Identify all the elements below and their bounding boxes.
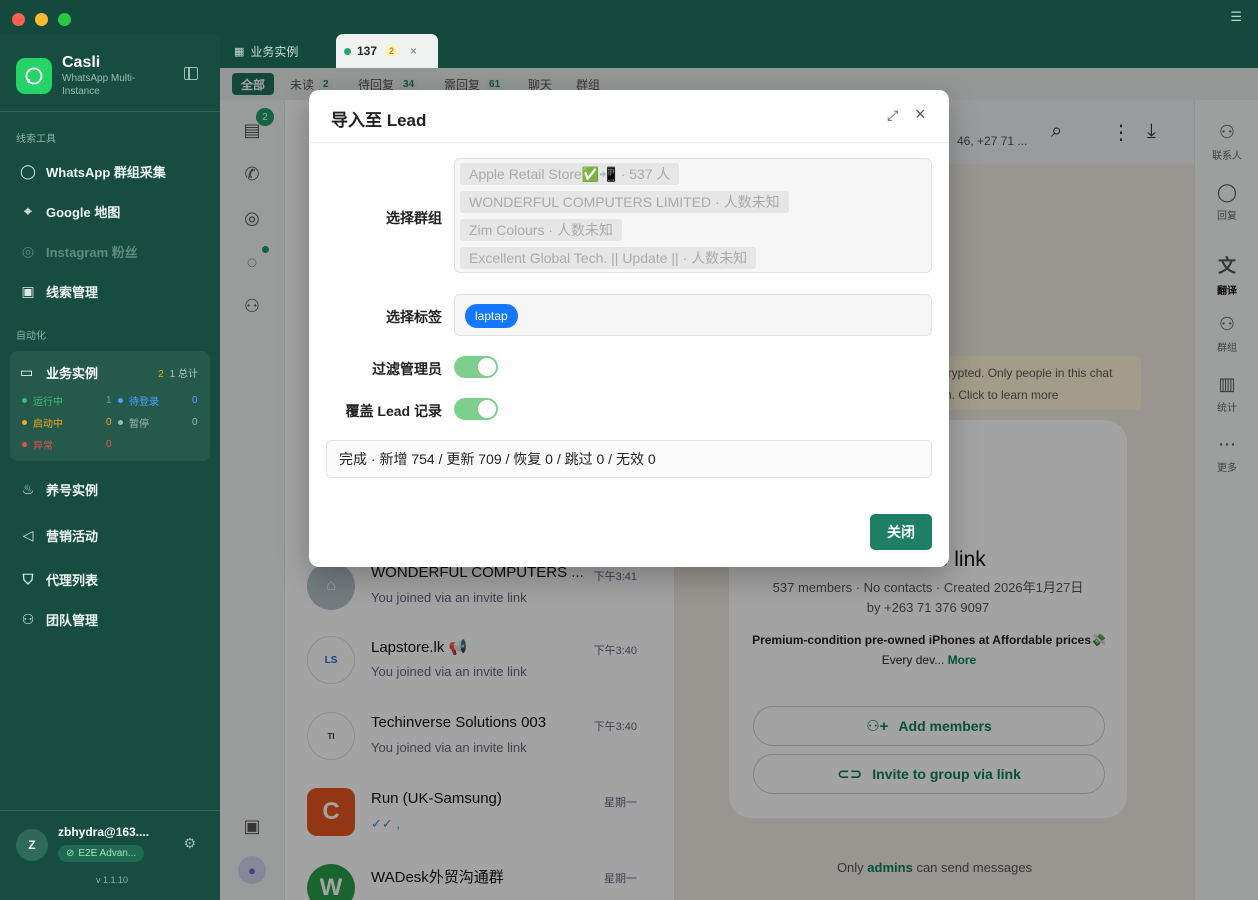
stat-paused: 暂停 0	[118, 415, 198, 430]
user-email: zbhydra@163....	[58, 825, 150, 839]
import-lead-modal: 导入至 Lead ⤢ × 选择群组 Apple Retail Store✅📲 ·…	[309, 90, 949, 567]
app-subtitle: WhatsApp Multi-Instance	[62, 73, 136, 97]
user-profile[interactable]: Z zbhydra@163.... ⊘ E2E Advan... ⚙ v 1.1…	[0, 810, 220, 900]
label-select-groups: 选择群组	[386, 210, 442, 226]
stat-starting: 启动中 0	[22, 415, 112, 430]
instance-card-title: ▭ 业务实例	[20, 364, 99, 381]
close-icon[interactable]: ×	[915, 104, 926, 125]
sidebar-item-group-collect[interactable]: ◯ WhatsApp 群组采集	[20, 162, 166, 181]
map-pin-icon: ⌖	[24, 203, 32, 219]
label-filter-admins: 过滤管理员	[372, 361, 442, 377]
whatsapp-logo-icon	[16, 58, 52, 94]
chat-bubble-icon: ◯	[20, 163, 36, 179]
app-name: Casli	[62, 54, 101, 71]
sidebar-item-nurture[interactable]: ♨ 养号实例	[20, 480, 98, 499]
instagram-icon: ◎	[21, 243, 35, 259]
tab-unread-badge: 2	[385, 45, 399, 57]
stat-error: 异常 0	[22, 437, 112, 452]
flame-icon: ♨	[21, 481, 35, 497]
users-icon: ⚇	[21, 611, 35, 627]
contact-card-icon: ▣	[21, 283, 35, 299]
group-tag: Zim Colours · 人数未知	[460, 219, 622, 241]
check-circle-icon: ⊘	[66, 848, 75, 859]
sidebar-item-google-map[interactable]: ⌖ Google 地图	[20, 202, 120, 221]
tag-pill[interactable]: laptap	[465, 304, 518, 328]
sidebar-item-team[interactable]: ⚇ 团队管理	[20, 610, 98, 629]
tag-select[interactable]: laptap	[454, 294, 932, 336]
overwrite-lead-toggle[interactable]	[454, 398, 498, 420]
tab-instance-137[interactable]: 137 2 ×	[336, 34, 438, 68]
shield-icon: ⛉	[22, 571, 34, 587]
window-zoom-button[interactable]	[58, 13, 71, 26]
expand-icon[interactable]: ⤢	[887, 107, 903, 123]
import-result: 完成 · 新增 754 / 更新 709 / 恢复 0 / 跳过 0 / 无效 …	[326, 440, 932, 478]
window-close-button[interactable]	[12, 13, 25, 26]
tab-business-instances[interactable]: ▦ 业务实例	[234, 34, 298, 68]
label-select-tags: 选择标签	[386, 309, 442, 325]
group-tag: Excellent Global Tech. || Update || · 人数…	[460, 247, 757, 269]
sidebar-item-lead-manage[interactable]: ▣ 线索管理	[20, 282, 98, 301]
app-version: v 1.1.10	[95, 875, 128, 885]
window-minimize-button[interactable]	[35, 13, 48, 26]
sidebar-item-instagram[interactable]: ◎ Instagram 粉丝	[20, 242, 138, 261]
e2e-status-badge: ⊘ E2E Advan...	[58, 845, 145, 862]
monitor-icon: ▭	[20, 364, 34, 380]
group-tag: Apple Retail Store✅📲 · 537 人	[460, 163, 680, 185]
megaphone-icon: ◁	[22, 527, 34, 543]
tab-bar: ▦ 业务实例 137 2 ×	[220, 34, 1258, 68]
sidebar-item-proxy[interactable]: ⛉ 代理列表	[20, 570, 98, 589]
filter-admins-toggle[interactable]	[454, 356, 498, 378]
sidebar-item-marketing[interactable]: ◁ 营销活动	[20, 526, 98, 545]
modal-header: 导入至 Lead ⤢ ×	[309, 90, 949, 143]
instance-count: 21 总计	[158, 369, 198, 380]
grid-icon: ▦	[234, 45, 245, 58]
avatar: Z	[16, 829, 48, 861]
gear-icon[interactable]: ⚙	[183, 835, 196, 852]
label-overwrite-lead: 覆盖 Lead 记录	[345, 403, 442, 419]
instance-card[interactable]: ▭ 业务实例 21 总计 运行中 1 待登录 0 启动中 0 暂停 0 异常 0	[10, 351, 210, 461]
checklist-icon[interactable]: ☰	[1230, 9, 1242, 25]
sidebar-divider	[0, 111, 220, 112]
close-button[interactable]: 关闭	[870, 514, 932, 550]
stat-pending-login: 待登录 0	[118, 393, 198, 408]
tab-close-icon[interactable]: ×	[410, 44, 417, 58]
window-titlebar: ☰	[0, 0, 1258, 34]
modal-title: 导入至 Lead	[331, 111, 427, 130]
group-tag: WONDERFUL COMPUTERS LIMITED · 人数未知	[460, 191, 789, 213]
sidebar-collapse-icon[interactable]	[184, 67, 198, 80]
section-label-leads: 线索工具	[16, 134, 56, 145]
online-status-dot	[344, 47, 351, 55]
section-label-automation: 自动化	[16, 331, 46, 342]
stat-running: 运行中 1	[22, 393, 112, 408]
brand: Casli WhatsApp Multi-Instance	[16, 54, 162, 98]
group-multiselect[interactable]: Apple Retail Store✅📲 · 537 人 WONDERFUL C…	[454, 158, 932, 273]
sidebar: Casli WhatsApp Multi-Instance 线索工具 ◯ Wha…	[0, 34, 220, 900]
